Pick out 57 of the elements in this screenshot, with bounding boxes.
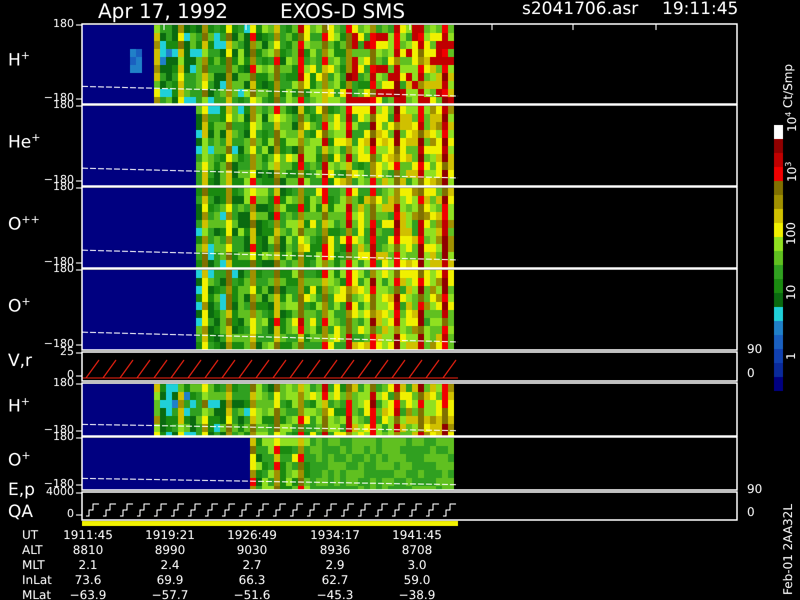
table-cell-text: 1911:45 <box>62 529 114 541</box>
axis-tick-label: 90 <box>747 343 762 355</box>
axis-tick-label: 90 <box>747 483 762 495</box>
row-label: UT <box>22 529 38 541</box>
axis-tick-label: 180 <box>53 377 74 388</box>
table-cell-text: 2.7 <box>241 559 263 571</box>
version-label: Feb-01 2AA32L <box>782 504 794 595</box>
panel-label: H$^{+}$ <box>8 396 30 416</box>
panel-label: E,p <box>8 482 35 499</box>
table-cell-text: 1919:21 <box>144 529 196 541</box>
table-cell-text: 69.9 <box>156 574 184 586</box>
axis-tick-label: 0 <box>67 508 74 519</box>
table-cell-text: −57.7 <box>150 589 190 600</box>
table-cell-text: 9030 <box>236 544 268 556</box>
axis-tick-label: 0 <box>747 506 755 518</box>
table-cell-text: 8936 <box>318 544 352 556</box>
table-cell-text: −38.9 <box>398 589 436 600</box>
axis-tick-label: 25 <box>60 346 74 357</box>
table-cell-text: 8990 <box>154 544 186 556</box>
unit-label: Ct/Smp <box>782 64 794 108</box>
table-cell-text: 2.1 <box>77 559 99 571</box>
table-cell-text: −51.6 <box>232 589 272 600</box>
start-time: 19:11:45 <box>662 1 738 18</box>
table-cell-text: 2.9 <box>324 559 346 571</box>
table-cell-text: 1941:45 <box>391 529 443 541</box>
panel-label: H$^{+}$ <box>8 50 30 70</box>
axis-tick-label: 4000 <box>46 486 74 497</box>
table-cell-text: 62.7 <box>320 574 350 586</box>
table-cell-text: 2.4 <box>159 559 181 571</box>
table-cell-text: 8708 <box>400 544 434 556</box>
axis-tick-label: 180 <box>53 18 74 29</box>
panel-label: He$^{+}$ <box>8 132 40 152</box>
scale-label: 1 <box>785 352 797 360</box>
table-cell-text: 66.3 <box>238 574 266 586</box>
file-name: s2041706.asr <box>522 1 638 18</box>
row-label: MLT <box>22 559 45 571</box>
panel-label: O$^{++}$ <box>8 214 40 234</box>
axis-tick-label: 0 <box>747 367 755 379</box>
table-cell-text: 1926:49 <box>226 529 278 541</box>
instrument-title: EXOS-D SMS <box>280 1 406 21</box>
table-cell-text: −63.9 <box>68 589 108 600</box>
table-cell-text: 59.0 <box>402 574 432 586</box>
panel-label: O$^{+}$ <box>8 450 31 470</box>
table-cell-text: 1934:17 <box>309 529 361 541</box>
row-label: ALT <box>22 544 43 556</box>
panel-label: QA <box>8 504 34 521</box>
scale-label: 100 <box>785 222 797 245</box>
panel-label: O$^{+}$ <box>8 296 31 316</box>
table-cell-text: 3.0 <box>406 559 428 571</box>
plot-date: Apr 17, 1992 <box>98 1 228 21</box>
row-label: MLat <box>22 589 52 600</box>
scale-label: 10 <box>785 284 797 300</box>
panel-label: V,r <box>8 352 32 370</box>
table-cell-text: 73.6 <box>74 574 102 586</box>
table-cell-text: −45.3 <box>316 589 354 600</box>
row-label: InLat <box>22 574 52 586</box>
table-cell-text: 8810 <box>72 544 104 556</box>
